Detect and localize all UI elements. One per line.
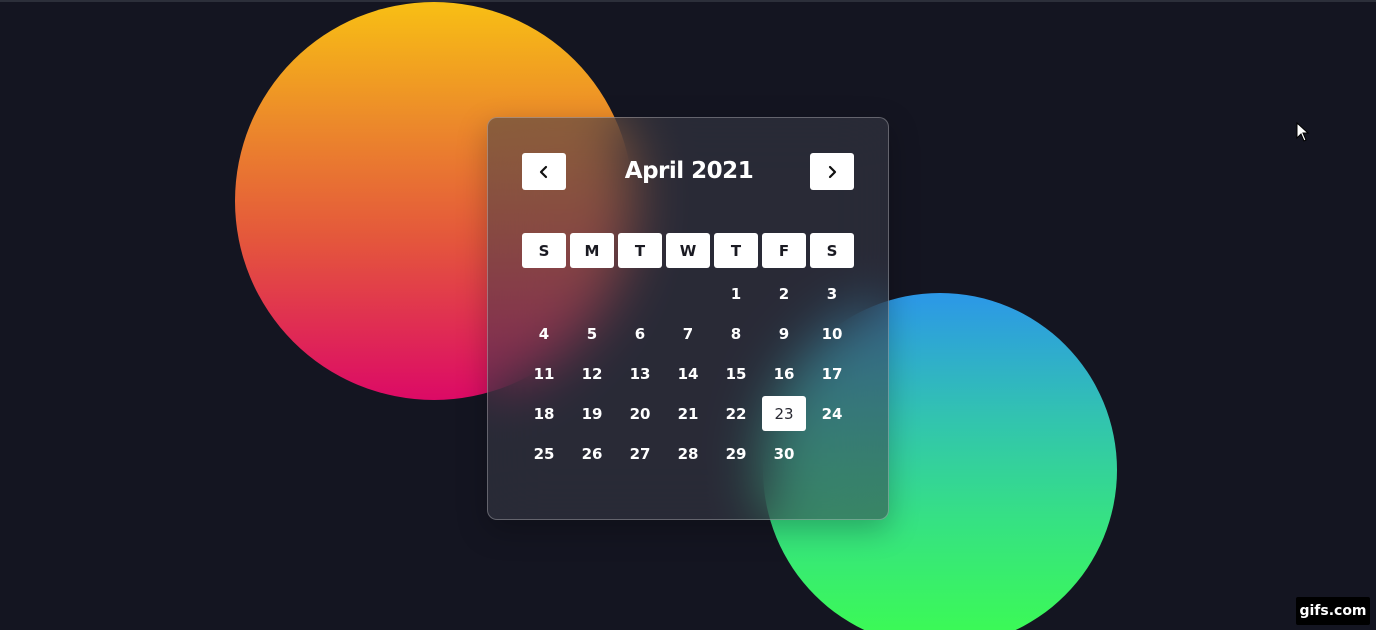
day-cell[interactable]: 15 <box>714 356 758 391</box>
day-cell[interactable]: 21 <box>666 396 710 431</box>
day-cell[interactable]: 20 <box>618 396 662 431</box>
weekday-sunday: S <box>522 233 566 268</box>
day-cell[interactable]: 7 <box>666 316 710 351</box>
day-cell[interactable]: 30 <box>762 436 806 471</box>
day-cell[interactable]: 1 <box>714 276 758 311</box>
month-title: April 2021 <box>624 158 754 184</box>
day-cell[interactable]: 29 <box>714 436 758 471</box>
day-cell[interactable]: 25 <box>522 436 566 471</box>
top-border <box>0 0 1376 2</box>
empty-day-cell <box>618 276 662 311</box>
weekday-wednesday: W <box>666 233 710 268</box>
day-cell[interactable]: 28 <box>666 436 710 471</box>
day-cell[interactable]: 14 <box>666 356 710 391</box>
chevron-right-icon <box>828 165 837 178</box>
day-cell[interactable]: 18 <box>522 396 566 431</box>
weekday-header: S M T W T F S <box>522 233 854 268</box>
day-cell[interactable]: 13 <box>618 356 662 391</box>
day-cell[interactable]: 3 <box>810 276 854 311</box>
day-cell[interactable]: 11 <box>522 356 566 391</box>
day-cell[interactable]: 6 <box>618 316 662 351</box>
day-cell[interactable]: 19 <box>570 396 614 431</box>
weekday-friday: F <box>762 233 806 268</box>
day-cell[interactable]: 26 <box>570 436 614 471</box>
empty-day-cell <box>522 276 566 311</box>
calendar-card: April 2021 S M T W T F S 1 2 3 4 5 6 7 8 9 10 11 12… <box>487 117 889 520</box>
empty-day-cell <box>666 276 710 311</box>
mouse-pointer-icon <box>1296 122 1310 142</box>
day-cell[interactable]: 5 <box>570 316 614 351</box>
day-cell[interactable]: 10 <box>810 316 854 351</box>
empty-day-cell <box>570 276 614 311</box>
weekday-monday: M <box>570 233 614 268</box>
day-cell[interactable]: 9 <box>762 316 806 351</box>
watermark: gifs.com <box>1296 597 1370 625</box>
weekday-thursday: T <box>714 233 758 268</box>
chevron-left-icon <box>539 165 548 178</box>
day-cell[interactable]: 4 <box>522 316 566 351</box>
day-cell[interactable]: 27 <box>618 436 662 471</box>
weekday-saturday: S <box>810 233 854 268</box>
day-cell[interactable]: 16 <box>762 356 806 391</box>
day-cell[interactable]: 17 <box>810 356 854 391</box>
day-cell[interactable]: 12 <box>570 356 614 391</box>
previous-month-button[interactable] <box>522 153 566 190</box>
day-cell[interactable]: 8 <box>714 316 758 351</box>
next-month-button[interactable] <box>810 153 854 190</box>
day-cell[interactable]: 22 <box>714 396 758 431</box>
day-cell[interactable]: 2 <box>762 276 806 311</box>
selected-day-cell[interactable]: 23 <box>762 396 806 431</box>
day-cell[interactable]: 24 <box>810 396 854 431</box>
days-grid: 1 2 3 4 5 6 7 8 9 10 11 12 13 14 15 16 17 18 19 20 21 22 23 24 2… <box>522 276 854 471</box>
weekday-tuesday: T <box>618 233 662 268</box>
